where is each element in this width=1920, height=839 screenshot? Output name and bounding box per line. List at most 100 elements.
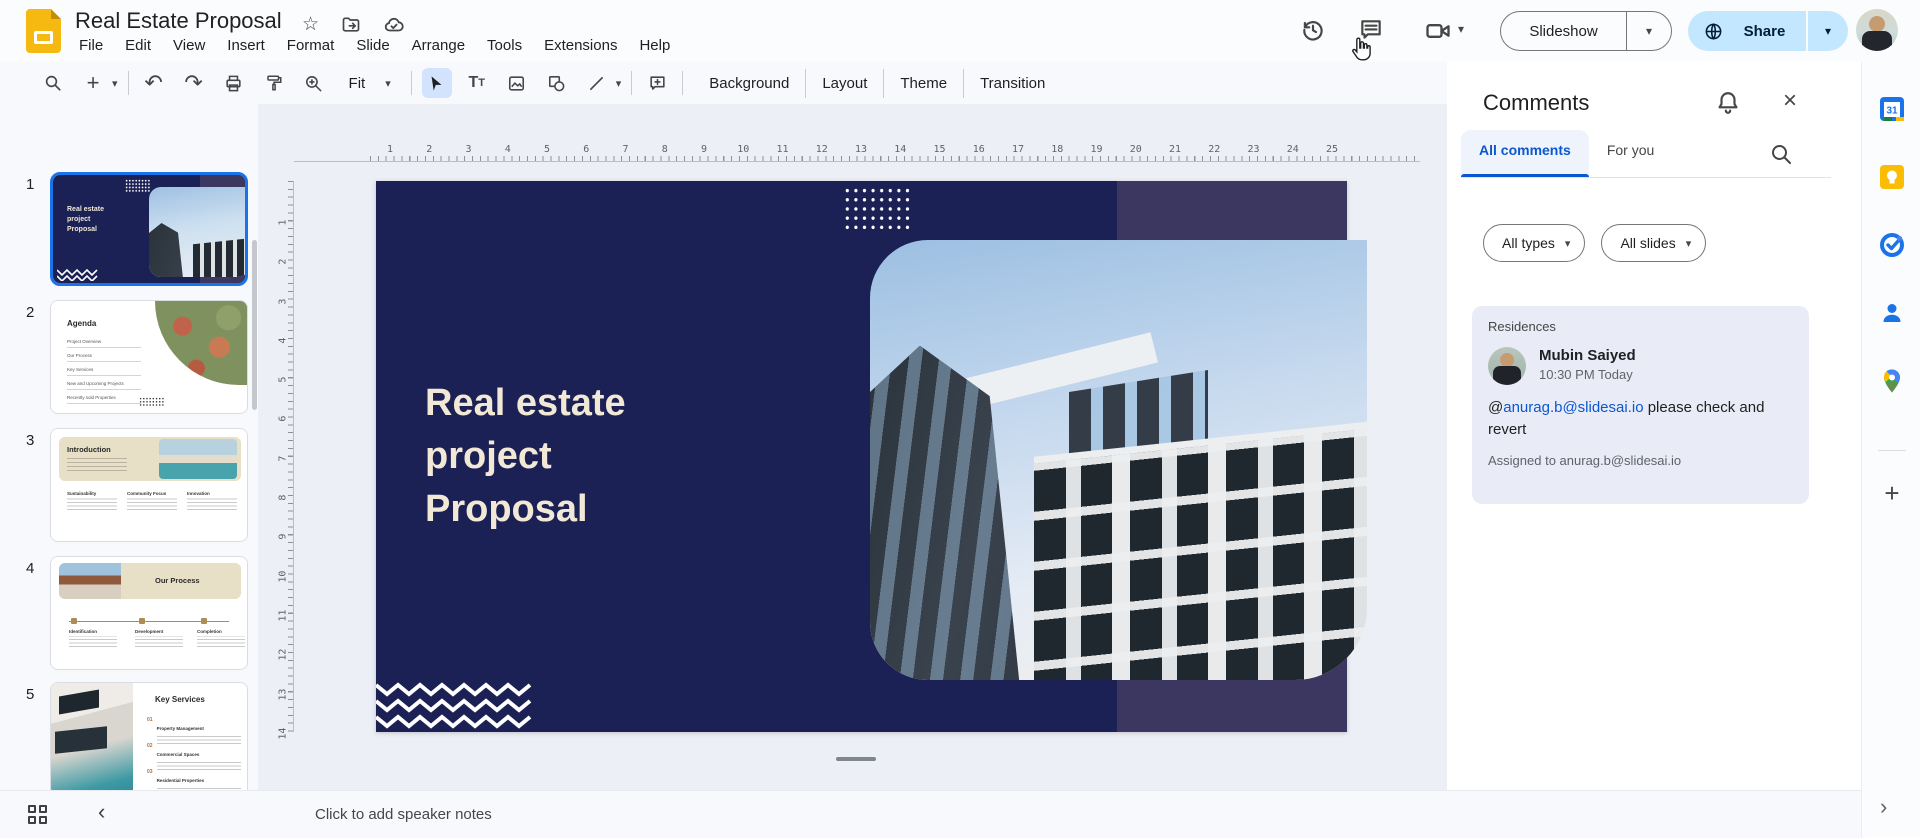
filter-all-types[interactable]: All types ▾: [1483, 224, 1585, 262]
tab-for-you[interactable]: For you: [1589, 130, 1672, 177]
slide-thumbnail-5[interactable]: Key Services 01 Property Management 02 C…: [50, 682, 248, 790]
ruler-number: 6: [263, 412, 302, 426]
keep-icon[interactable]: [1879, 164, 1905, 190]
version-history-icon[interactable]: [1300, 17, 1328, 45]
comment-slide-ref: Residences: [1488, 319, 1793, 334]
menu-item[interactable]: Tools: [476, 34, 533, 57]
toolbar-button[interactable]: Layout: [805, 69, 883, 98]
toolbar-button[interactable]: Background: [693, 69, 805, 98]
menu-item[interactable]: Extensions: [533, 34, 628, 57]
slide-thumbnail-2[interactable]: Agenda Project Overview Our Process Key …: [50, 300, 248, 414]
chevron-down-icon[interactable]: ▾: [1458, 22, 1486, 50]
contacts-icon[interactable]: [1879, 300, 1905, 326]
ruler-number: 15: [920, 144, 959, 155]
ruler-number: 18: [1038, 144, 1077, 155]
cloud-saved-icon[interactable]: [383, 14, 405, 36]
get-addons-icon[interactable]: +: [1879, 480, 1905, 506]
slide-position-indicator[interactable]: [836, 757, 876, 761]
slideshow-button[interactable]: Slideshow ▾: [1500, 11, 1672, 51]
chevron-down-icon[interactable]: ▾: [1627, 24, 1671, 38]
svg-text:31: 31: [1886, 106, 1898, 117]
redo-icon[interactable]: ↷: [179, 68, 209, 98]
insert-line-icon[interactable]: [582, 68, 612, 98]
search-icon[interactable]: [1769, 142, 1795, 168]
ruler-number: 23: [1234, 144, 1273, 155]
select-tool-icon[interactable]: [422, 68, 452, 98]
share-button[interactable]: Share ▾: [1688, 11, 1848, 51]
expand-sidebar-icon[interactable]: ›: [1880, 794, 1887, 820]
ruler-number: 9: [263, 530, 302, 544]
slide-title-text[interactable]: Real estate project Proposal: [425, 377, 626, 536]
document-title[interactable]: Real Estate Proposal: [75, 8, 282, 34]
chevron-down-icon[interactable]: ▾: [616, 77, 622, 90]
speaker-notes-placeholder[interactable]: Click to add speaker notes: [315, 791, 492, 839]
menu-item[interactable]: Arrange: [401, 34, 476, 57]
ruler-number: 10: [263, 569, 302, 583]
toolbar-button[interactable]: Transition: [963, 69, 1061, 98]
slideshow-label: Slideshow: [1501, 23, 1626, 40]
slide-canvas-area: 1234567891011121314151617181920212223242…: [258, 104, 1447, 790]
tab-all-comments[interactable]: All comments: [1461, 130, 1589, 177]
ruler-number: 5: [263, 373, 302, 387]
menu-item[interactable]: Format: [276, 34, 346, 57]
insert-shape-icon[interactable]: [542, 68, 572, 98]
ruler-number: 20: [1116, 144, 1155, 155]
search-menus-icon[interactable]: [38, 68, 68, 98]
menu-item[interactable]: File: [68, 34, 114, 57]
notifications-bell-icon[interactable]: [1715, 90, 1743, 118]
tasks-icon[interactable]: [1879, 232, 1905, 258]
comment-card[interactable]: Residences Mubin Saiyed 10:30 PM Today @…: [1472, 306, 1809, 504]
slide-number: 5: [26, 686, 44, 703]
close-icon[interactable]: ×: [1775, 86, 1805, 116]
calendar-icon[interactable]: 31: [1879, 96, 1905, 122]
chevron-down-icon: ▾: [1686, 237, 1692, 250]
zoom-icon[interactable]: [299, 68, 329, 98]
collapse-filmstrip-icon[interactable]: ‹: [98, 799, 105, 825]
toolbar-button[interactable]: Theme: [883, 69, 963, 98]
zoom-fit-select[interactable]: Fit ▾: [339, 75, 401, 92]
building-photo[interactable]: [870, 240, 1367, 680]
bottom-bar: ‹ Click to add speaker notes: [0, 790, 1861, 838]
menu-item[interactable]: Insert: [216, 34, 276, 57]
insert-image-icon[interactable]: [502, 68, 532, 98]
slide-thumbnail-3[interactable]: Introduction Sustainability Community Fo…: [50, 428, 248, 542]
menu-item[interactable]: View: [162, 34, 216, 57]
comments-panel-title: Comments: [1483, 90, 1589, 116]
star-icon[interactable]: ☆: [302, 13, 319, 36]
slide-thumbnail-4[interactable]: Our Process Identification Development C…: [50, 556, 248, 670]
paint-format-icon[interactable]: [259, 68, 289, 98]
slides-logo[interactable]: [26, 9, 61, 53]
ruler-number: 3: [449, 144, 488, 155]
filmstrip-scrollbar[interactable]: [252, 240, 257, 410]
undo-icon[interactable]: ↶: [139, 68, 169, 98]
current-slide[interactable]: Real estate project Proposal: [376, 181, 1347, 732]
globe-icon: [1704, 22, 1723, 41]
ruler-number: 24: [1273, 144, 1312, 155]
slide-number: 3: [26, 432, 44, 449]
fit-label: Fit: [349, 75, 366, 92]
slide-number: 1: [26, 176, 44, 193]
menu-item[interactable]: Edit: [114, 34, 162, 57]
slide-thumbnail-1[interactable]: Real estate project Proposal: [50, 172, 248, 286]
menu-item[interactable]: Slide: [345, 34, 400, 57]
chevron-down-icon[interactable]: ▾: [1808, 24, 1848, 38]
chevron-down-icon[interactable]: ▾: [112, 77, 118, 90]
grid-view-icon[interactable]: [28, 805, 48, 825]
account-avatar[interactable]: [1856, 9, 1898, 51]
meet-camera-icon[interactable]: [1424, 17, 1452, 45]
top-bar: Real Estate Proposal ☆ FileEditViewInser…: [0, 0, 1920, 62]
google-apps-sidebar: 31 + ›: [1861, 62, 1920, 838]
menu-item[interactable]: Help: [628, 34, 681, 57]
ruler-number: 13: [841, 144, 880, 155]
filter-all-slides[interactable]: All slides ▾: [1601, 224, 1706, 262]
text-box-icon[interactable]: TT: [462, 68, 492, 98]
mention-link[interactable]: anurag.b@slidesai.io: [1503, 399, 1643, 416]
new-slide-icon[interactable]: +: [78, 68, 108, 98]
ruler-number: 1: [263, 216, 302, 230]
insert-comment-icon[interactable]: [642, 68, 672, 98]
maps-icon[interactable]: [1879, 368, 1905, 394]
print-icon[interactable]: [219, 68, 249, 98]
ruler-number: 25: [1312, 144, 1351, 155]
ruler-number: 14: [881, 144, 920, 155]
folder-move-icon[interactable]: [341, 15, 361, 35]
